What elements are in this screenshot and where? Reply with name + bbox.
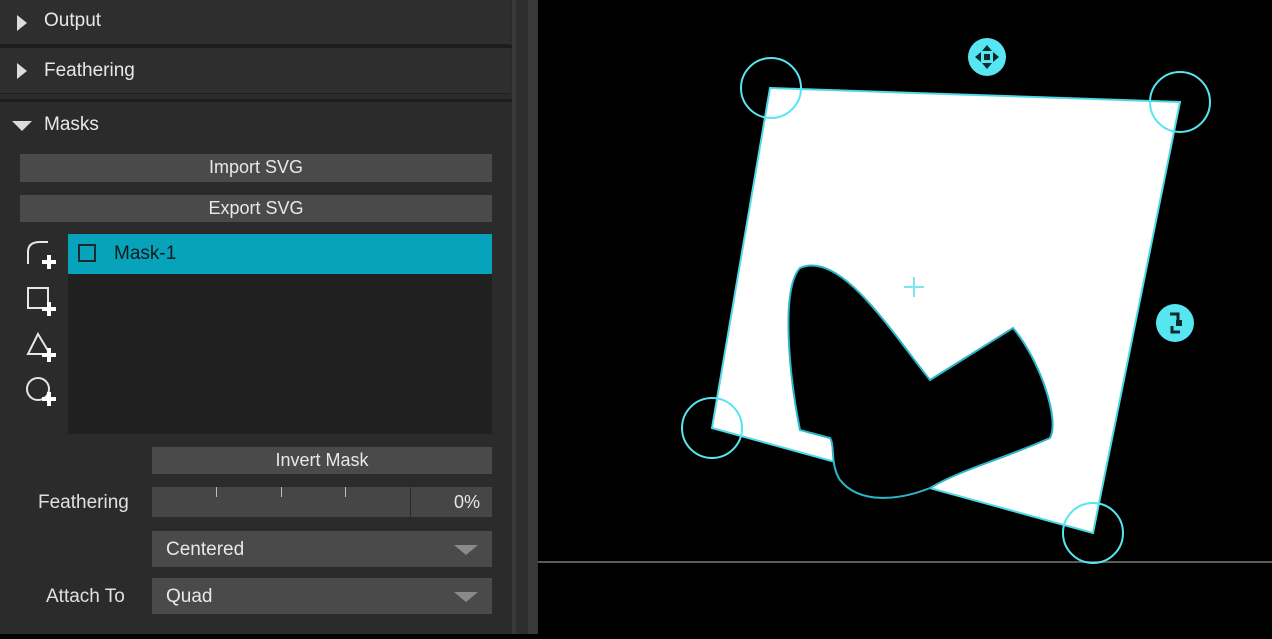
add-bezier-mask-icon[interactable]	[24, 238, 58, 272]
panel-scrollbar[interactable]	[512, 0, 538, 634]
chevron-down-icon	[454, 592, 478, 602]
chevron-down-icon	[454, 545, 478, 555]
feathering-value-field[interactable]: 0%	[411, 487, 492, 517]
section-feathering-label: Feathering	[44, 60, 135, 81]
feathering-slider[interactable]	[152, 487, 410, 517]
section-masks-header[interactable]: Masks	[0, 103, 510, 147]
feather-mode-value: Centered	[166, 539, 245, 560]
attach-to-label: Attach To	[46, 586, 125, 607]
move-handle-icon[interactable]	[968, 38, 1006, 76]
mask-enable-checkbox[interactable]	[78, 244, 96, 262]
scrollbar-track[interactable]	[516, 0, 528, 634]
feathering-field-label: Feathering	[38, 492, 129, 513]
mask-name: Mask-1	[114, 243, 177, 264]
expand-triangle-icon	[17, 63, 27, 79]
divider	[0, 99, 512, 102]
invert-mask-button[interactable]: Invert Mask	[152, 447, 492, 474]
slider-tick	[216, 487, 217, 497]
section-feathering-header[interactable]: Feathering	[0, 49, 510, 94]
attach-to-dropdown[interactable]: Quad	[152, 578, 492, 614]
feather-mode-dropdown[interactable]: Centered	[152, 531, 492, 567]
mask-list[interactable]: Mask-1	[68, 234, 492, 434]
export-svg-button[interactable]: Export SVG	[20, 195, 492, 222]
import-svg-button[interactable]: Import SVG	[20, 154, 492, 182]
slider-tick	[345, 487, 346, 497]
section-output-header[interactable]: Output	[0, 0, 510, 45]
mask-canvas[interactable]	[538, 0, 1272, 634]
properties-panel: Output Feathering Masks Import SVG Expor…	[0, 0, 512, 634]
divider	[0, 45, 512, 48]
section-output-label: Output	[44, 10, 102, 31]
mask-list-item[interactable]: Mask-1	[68, 234, 492, 274]
add-rectangle-mask-icon[interactable]	[24, 284, 58, 318]
expand-triangle-icon	[17, 15, 27, 31]
slider-tick	[281, 487, 282, 497]
add-ellipse-mask-icon[interactable]	[24, 374, 58, 408]
attach-to-value: Quad	[166, 586, 213, 607]
canvas-viewport[interactable]	[538, 0, 1272, 634]
collapse-triangle-icon	[12, 121, 32, 131]
add-polygon-mask-icon[interactable]	[24, 330, 58, 364]
rotate-handle-icon[interactable]	[1156, 304, 1194, 342]
section-masks-label: Masks	[44, 114, 99, 135]
